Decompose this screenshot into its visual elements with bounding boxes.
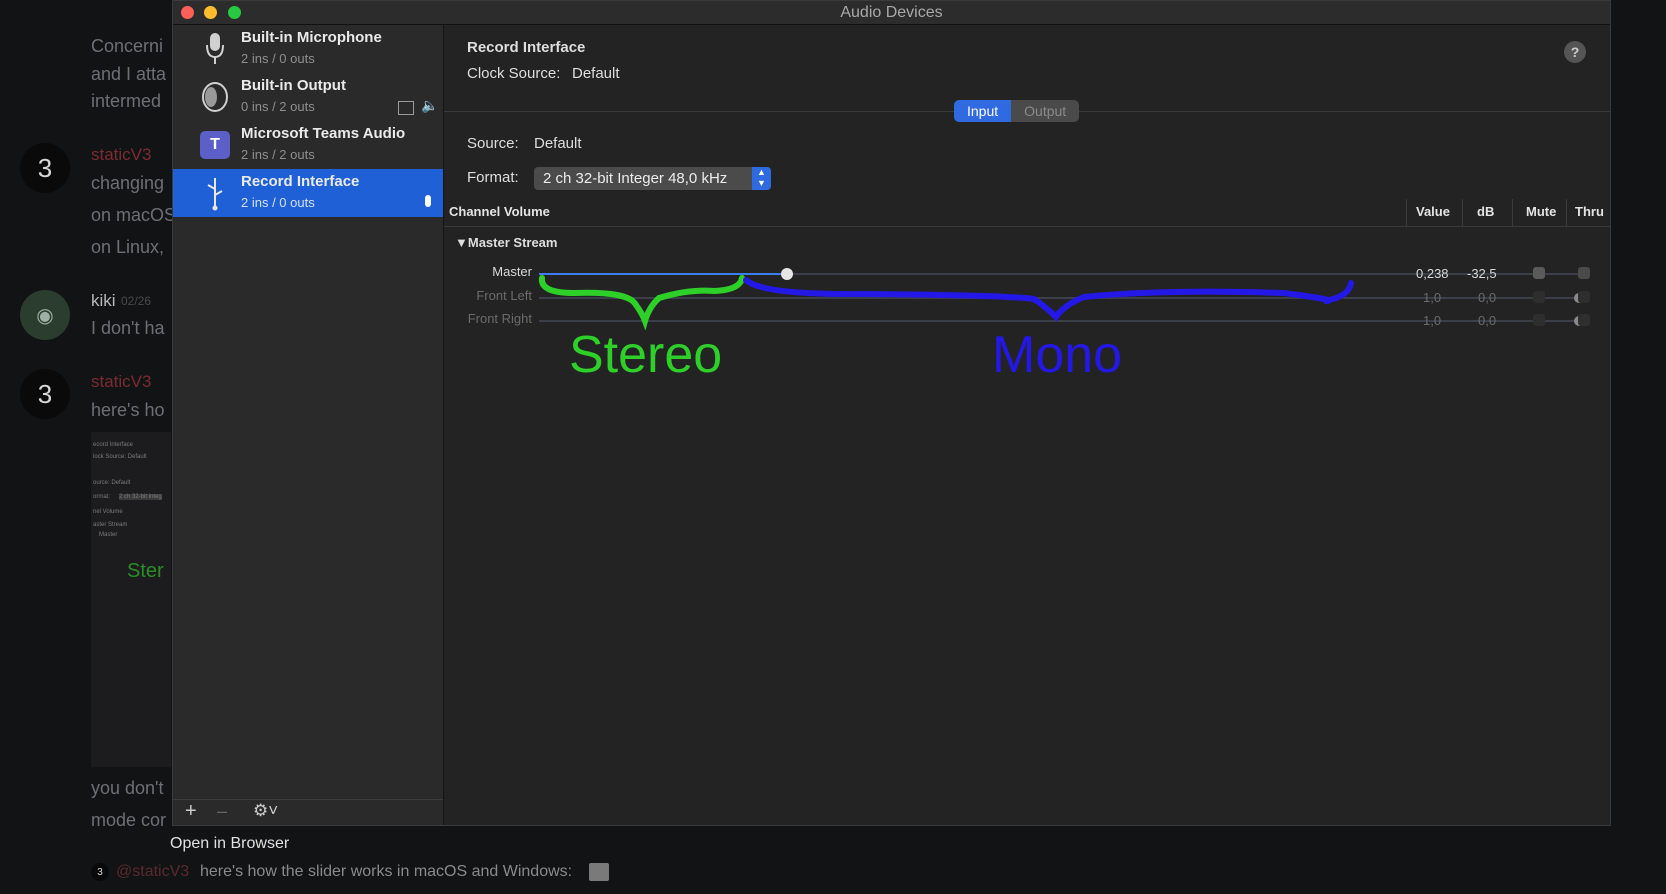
chat-line: here's ho — [91, 400, 165, 420]
thumb-text: Master — [99, 532, 118, 538]
open-in-browser-link[interactable]: Open in Browser — [170, 835, 289, 853]
chat-line: I don't ha — [91, 318, 165, 338]
device-name: Built-in Output — [241, 77, 346, 94]
input-microphone-icon — [425, 195, 431, 207]
thumb-text: ormat: — [93, 494, 111, 500]
device-io: 0 ins / 2 outs — [241, 99, 315, 114]
chat-line: you don't — [91, 778, 164, 798]
mono-annotation: Mono — [992, 326, 1123, 384]
thumb-text: Ster — [127, 560, 164, 582]
image-icon — [589, 863, 609, 881]
stereo-brace — [538, 275, 745, 331]
chat-line: on macOS — [91, 205, 177, 225]
remove-device-button[interactable]: – — [217, 801, 227, 822]
chat-line: changing — [91, 173, 165, 193]
reply-avatar: 3 — [91, 863, 109, 881]
usb-icon — [197, 175, 233, 211]
thumb-text: ecord Interface — [93, 442, 134, 448]
chat-line: intermed — [91, 91, 162, 111]
device-item-builtin-output[interactable]: Built-in Output 0 ins / 2 outs 🔈 — [173, 73, 443, 121]
device-name: Microsoft Teams Audio — [241, 125, 406, 142]
screen-output-icon — [398, 101, 414, 115]
teams-icon: T — [197, 127, 233, 163]
device-io: 2 ins / 0 outs — [241, 195, 315, 210]
audio-devices-window: Audio Devices Built-in Microphone 2 ins … — [172, 0, 1611, 826]
attachment-thumbnail[interactable]: ecord Interface lock Source: Default our… — [91, 432, 171, 767]
timestamp: 02/26 — [121, 294, 152, 308]
stereo-annotation: Stereo — [569, 326, 723, 384]
microphone-icon — [197, 31, 233, 67]
username[interactable]: staticV3 — [91, 145, 151, 165]
thumb-text: aster Stream — [93, 522, 128, 528]
chat-line: mode cor — [91, 810, 167, 830]
device-io: 2 ins / 2 outs — [241, 147, 315, 162]
thumb-text: 2 ch 32-bit integ — [119, 494, 162, 500]
reply-mention[interactable]: @staticV3 — [116, 863, 189, 881]
device-item-record-interface[interactable]: Record Interface 2 ins / 0 outs — [173, 169, 443, 217]
title-bar[interactable]: Audio Devices — [173, 1, 1610, 25]
speaker-icon — [197, 79, 233, 115]
username[interactable]: staticV3 — [91, 372, 151, 392]
gear-icon[interactable]: ⚙˅ — [253, 801, 278, 821]
chat-line: and I atta — [91, 64, 167, 84]
device-item-builtin-microphone[interactable]: Built-in Microphone 2 ins / 0 outs — [173, 25, 443, 73]
thumb-text: lock Source: Default — [93, 454, 147, 460]
user-avatar[interactable]: 3 — [20, 143, 70, 193]
thumb-text: nel Volume — [93, 509, 123, 515]
volume-icon: 🔈 — [421, 97, 439, 113]
device-item-teams-audio[interactable]: T Microsoft Teams Audio 2 ins / 2 outs — [173, 121, 443, 169]
device-name: Built-in Microphone — [241, 29, 382, 46]
reply-text[interactable]: here's how the slider works in macOS and… — [200, 863, 572, 881]
annotation-braces — [538, 275, 1354, 331]
sidebar-footer: + – ⚙˅ — [173, 799, 443, 825]
discord-avatar-icon[interactable]: ◉ — [20, 290, 70, 340]
add-device-button[interactable]: + — [185, 800, 197, 823]
username[interactable]: kiki — [91, 291, 116, 311]
device-sidebar: Built-in Microphone 2 ins / 0 outs Built… — [173, 25, 444, 825]
chat-line: on Linux, — [91, 237, 165, 257]
device-io: 2 ins / 0 outs — [241, 51, 315, 66]
device-name: Record Interface — [241, 173, 360, 190]
chat-line: Concerni — [91, 36, 164, 56]
device-detail-panel: Record Interface Clock Source: Default ?… — [444, 25, 1610, 825]
thumb-text: ource: Default — [93, 480, 131, 486]
mono-brace — [743, 277, 1354, 322]
user-avatar[interactable]: 3 — [20, 369, 70, 419]
window-title: Audio Devices — [840, 4, 943, 21]
